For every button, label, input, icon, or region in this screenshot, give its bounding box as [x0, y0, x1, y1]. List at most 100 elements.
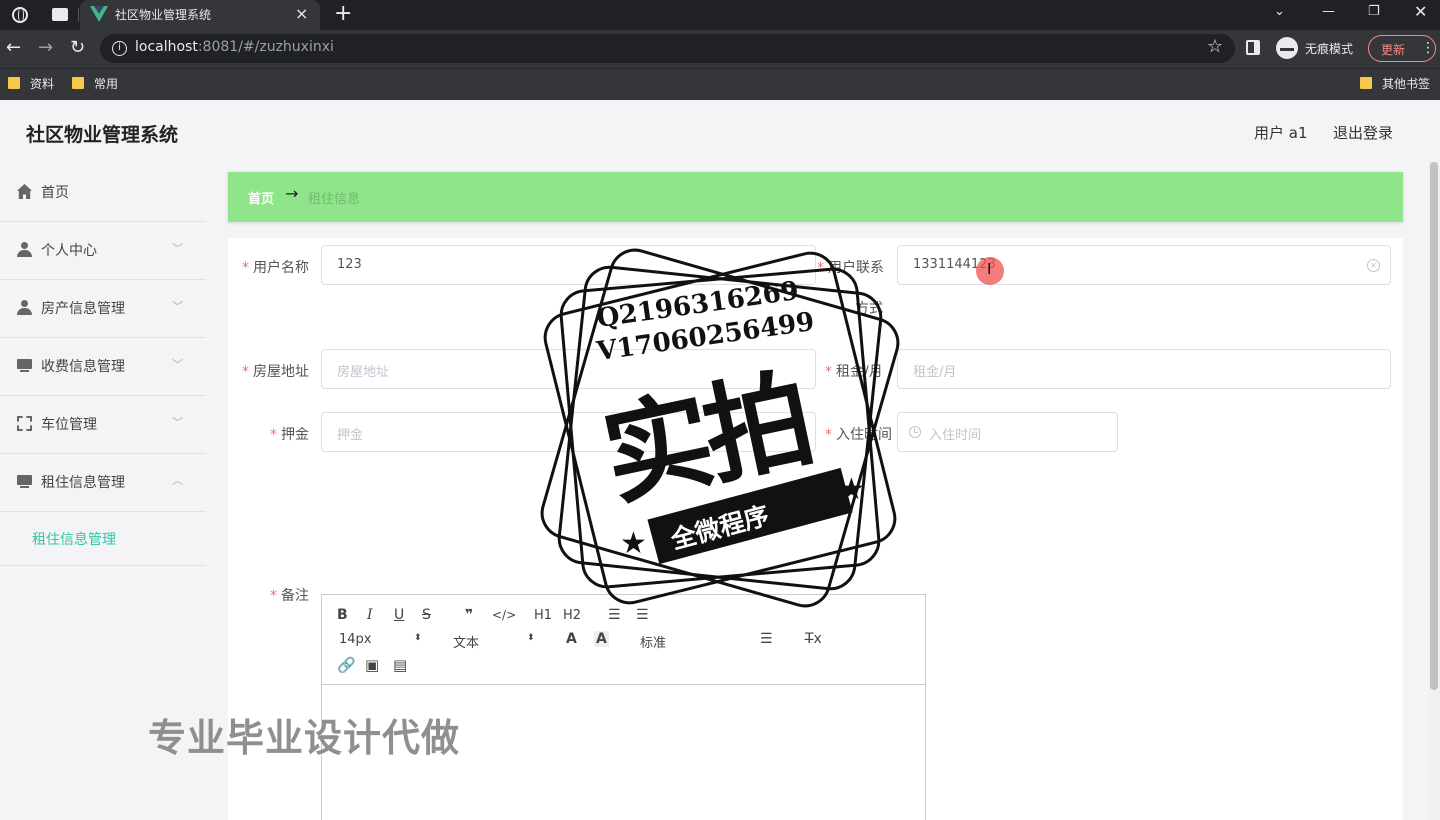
frame-icon [17, 416, 32, 431]
chevron-down-icon: ﹀ [172, 416, 183, 429]
page-tab-icon[interactable] [52, 8, 68, 21]
rent-input[interactable]: 租金/月 [897, 349, 1391, 389]
site-info-icon[interactable]: i [112, 41, 127, 56]
sidebar-subitem-rental-manage[interactable]: 租住信息管理 [0, 512, 206, 566]
remark-label: * 备注 [270, 588, 309, 604]
user-icon [17, 300, 32, 315]
back-icon[interactable]: ← [6, 37, 21, 59]
header1-button[interactable]: H1 [534, 608, 552, 623]
video-icon[interactable]: ▤ [393, 656, 407, 674]
header2-button[interactable]: H2 [563, 608, 581, 623]
sidebar-item-label: 租住信息管理 [41, 475, 125, 491]
align-button[interactable]: ☰ [760, 631, 773, 647]
sidebar-item-home[interactable]: 首页 [0, 164, 206, 222]
checkin-date-picker[interactable]: 入住时间 [897, 412, 1118, 452]
browser-tab-bar: 社区物业管理系统 × + ⌄ — ❐ ✕ [0, 0, 1440, 30]
clock-icon [909, 426, 921, 438]
clear-icon[interactable]: ✕ [1367, 259, 1380, 272]
sidebar-item-personal-center[interactable]: 个人中心 ﹀ [0, 222, 206, 280]
new-tab-icon[interactable]: + [334, 1, 352, 27]
sidebar-item-property[interactable]: 房产信息管理 ﹀ [0, 280, 206, 338]
sidebar-item-label: 首页 [41, 185, 69, 201]
deposit-placeholder: 押金 [337, 428, 364, 443]
sidebar-item-fees[interactable]: 收费信息管理 ﹀ [0, 338, 206, 396]
globe-icon[interactable] [12, 7, 28, 23]
watermark-text: 专业毕业设计代做 [148, 716, 461, 760]
strike-button[interactable]: S [422, 607, 431, 623]
close-tab-icon[interactable]: × [295, 4, 308, 24]
clean-format-button[interactable]: T̶x [805, 631, 822, 647]
address-label: * 房屋地址 [242, 364, 309, 380]
monitor-icon [17, 474, 32, 489]
page-scrollbar-thumb[interactable] [1430, 162, 1438, 690]
logout-link[interactable]: 退出登录 [1333, 122, 1393, 143]
bookmark-folder-1[interactable]: 资料 [8, 75, 54, 92]
sidebar-item-label: 收费信息管理 [41, 359, 125, 375]
breadcrumb-home[interactable]: 首页 [248, 188, 274, 207]
home-icon [17, 184, 32, 199]
bookmarks-bar: 资料 常用 其他书签 [0, 68, 1440, 100]
active-browser-tab[interactable]: 社区物业管理系统 × [80, 0, 320, 30]
tab-search-chevron-icon[interactable]: ⌄ [1274, 2, 1285, 22]
app-title: 社区物业管理系统 [26, 124, 179, 146]
blockquote-button[interactable]: ❞ [465, 607, 473, 623]
url-text[interactable]: localhost:8081/#/zuzhuxinxi [135, 39, 334, 55]
font-type-select[interactable]: 文本 [453, 632, 479, 651]
restore-icon[interactable]: ❐ [1368, 2, 1380, 22]
breadcrumb-arrow-icon: → [285, 184, 299, 203]
chevron-down-icon: ﹀ [172, 358, 183, 371]
update-button[interactable]: 更新 ⋮ [1368, 35, 1436, 62]
address-bar-row: ← → ↻ i localhost:8081/#/zuzhuxinxi ☆ 无痕… [0, 30, 1440, 68]
background-color-button[interactable]: A [594, 631, 609, 647]
folder-icon [72, 77, 84, 89]
sidebar-item-rental[interactable]: 租住信息管理 ︿ [0, 454, 206, 512]
deposit-label: * 押金 [270, 427, 309, 443]
address-placeholder: 房屋地址 [337, 365, 390, 380]
monitor-icon [17, 358, 32, 373]
bold-button[interactable]: B [337, 607, 348, 623]
chevron-down-icon: ﹀ [172, 300, 183, 313]
breadcrumb: 首页 → 租住信息 [228, 172, 1403, 222]
bookmark-folder-2[interactable]: 常用 [72, 75, 118, 92]
chevron-down-icon: ﹀ [172, 242, 183, 255]
more-menu-icon[interactable]: ⋮ [1421, 40, 1435, 56]
app-header: 社区物业管理系统 用户 a1 退出登录 [0, 100, 1440, 164]
font-size-select[interactable]: 14px [339, 632, 372, 647]
sidebar-item-label: 车位管理 [41, 417, 97, 433]
bullet-list-button[interactable]: ☰ [636, 607, 649, 623]
username-input[interactable]: 123 [321, 245, 816, 285]
italic-button[interactable]: I [367, 607, 373, 623]
sidebar-item-parking[interactable]: 车位管理 ﹀ [0, 396, 206, 454]
underline-button[interactable]: U [394, 607, 404, 623]
bookmark-star-icon[interactable]: ☆ [1207, 36, 1223, 57]
reload-icon[interactable]: ↻ [70, 37, 85, 59]
forward-icon[interactable]: → [38, 37, 53, 59]
incognito-icon[interactable] [1276, 37, 1298, 59]
contact-input[interactable]: 1331144123 ✕ [897, 245, 1391, 285]
link-icon[interactable]: 🔗 [337, 656, 356, 674]
text-color-button[interactable]: A [566, 631, 577, 647]
username-value: 123 [337, 257, 362, 272]
tab-separator [78, 8, 79, 22]
omnibox[interactable]: i localhost:8081/#/zuzhuxinxi ☆ [100, 34, 1235, 63]
other-bookmarks[interactable]: 其他书签 [1360, 75, 1430, 92]
close-window-icon[interactable]: ✕ [1414, 2, 1427, 22]
sidebar-item-label: 个人中心 [41, 243, 97, 259]
contact-label: * 用户联系 [817, 260, 884, 276]
header-select[interactable]: 标准 [640, 632, 666, 651]
chevron-up-icon: ︿ [172, 474, 183, 487]
text-cursor-icon: I [987, 260, 992, 278]
address-input[interactable]: 房屋地址 [321, 349, 816, 389]
side-panel-icon[interactable] [1246, 40, 1260, 55]
username-label: * 用户名称 [242, 260, 309, 276]
folder-icon [1360, 77, 1372, 89]
user-icon [17, 242, 32, 257]
minimize-icon[interactable]: — [1322, 2, 1335, 22]
ordered-list-button[interactable]: ☰ [608, 607, 621, 623]
incognito-label[interactable]: 无痕模式 [1305, 40, 1353, 57]
current-user: 用户 a1 [1254, 124, 1308, 142]
image-icon[interactable]: ▣ [365, 656, 379, 674]
code-block-button[interactable]: </> [492, 608, 516, 622]
rent-placeholder: 租金/月 [913, 365, 957, 380]
deposit-input[interactable]: 押金 [321, 412, 816, 452]
